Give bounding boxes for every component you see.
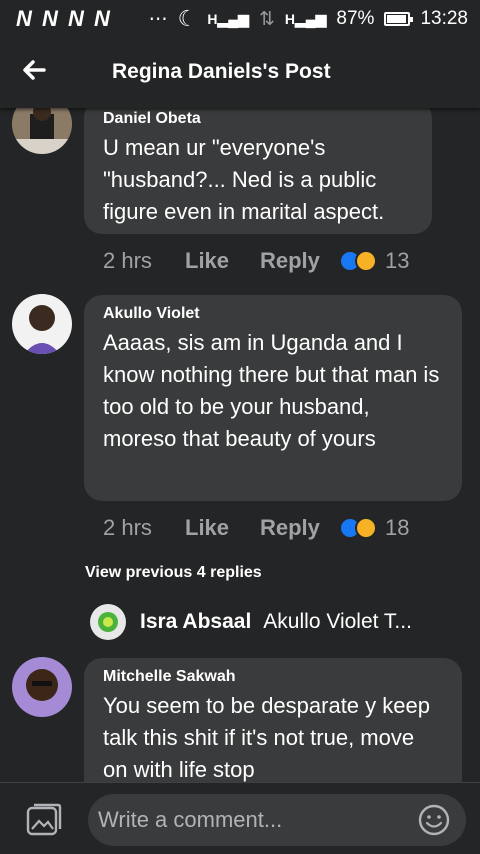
post-header: Regina Daniels's Post — [0, 36, 480, 108]
comment-actions: 2 hrs Like Reply 13 — [103, 248, 409, 274]
comment-author[interactable]: Daniel Obeta — [103, 110, 414, 128]
avatar[interactable] — [90, 604, 126, 640]
reply-preview[interactable]: Isra Absaal Akullo Violet T... — [90, 604, 412, 640]
avatar[interactable] — [12, 657, 72, 717]
page-title: Regina Daniels's Post — [112, 60, 331, 83]
comment-actions: 2 hrs Like Reply 18 — [103, 515, 409, 541]
comment-placeholder: Write a comment... — [98, 807, 283, 832]
like-button[interactable]: Like — [185, 248, 260, 274]
photo-icon-svg — [26, 803, 62, 836]
comment-bubble[interactable]: Daniel Obeta U mean ur "everyone's "husb… — [84, 108, 432, 234]
reactions[interactable]: 13 — [339, 248, 409, 274]
reaction-count: 13 — [385, 248, 410, 273]
reply-button[interactable]: Reply — [260, 515, 339, 541]
status-bar: N N N N ⋯ ☾ H▂▄▆ ⇅ H▂▄▆ 87% 13:28 — [0, 0, 480, 36]
battery-percent: 87% — [336, 8, 375, 29]
photo-icon[interactable] — [26, 803, 62, 837]
back-arrow-svg — [23, 60, 46, 80]
avatar-photo — [90, 604, 126, 640]
view-previous-replies-link[interactable]: View previous 4 replies — [85, 564, 262, 582]
like-button[interactable]: Like — [185, 515, 260, 541]
do-not-disturb-icon: ☾ — [177, 6, 198, 31]
signal-icon: H▂▄▆ — [207, 10, 249, 27]
haha-reaction-icon — [355, 250, 377, 272]
back-arrow-icon[interactable] — [20, 56, 52, 88]
reply-button[interactable]: Reply — [260, 248, 339, 274]
battery-icon — [384, 12, 414, 26]
comment-input[interactable]: Write a comment... — [88, 794, 466, 846]
reply-snippet: Akullo Violet T... — [263, 610, 412, 633]
comment-author[interactable]: Akullo Violet — [103, 305, 444, 323]
avatar-photo — [12, 294, 72, 354]
reactions[interactable]: 18 — [339, 515, 409, 541]
comment-time: 2 hrs — [103, 248, 152, 273]
comments-feed[interactable]: Daniel Obeta U mean ur "everyone's "husb… — [0, 108, 480, 782]
more-dots-icon: ⋯ — [148, 8, 168, 30]
reaction-count: 18 — [385, 515, 410, 540]
avatar[interactable] — [12, 108, 72, 154]
signal-icon-2: H▂▄▆ — [284, 10, 327, 27]
data-transfer-icon: ⇅ — [258, 8, 275, 30]
comment-bubble[interactable]: Akullo Violet Aaaas, sis am in Uganda an… — [84, 295, 462, 501]
comment-text: Aaaas, sis am in Uganda and I know nothi… — [103, 330, 440, 451]
comment-author[interactable]: Mitchelle Sakwah — [103, 668, 444, 686]
avatar[interactable] — [12, 294, 72, 354]
avatar-photo — [12, 108, 72, 154]
comment-bubble[interactable]: Mitchelle Sakwah You seem to be desparat… — [84, 658, 462, 782]
reply-author[interactable]: Isra Absaal — [140, 610, 251, 634]
comment-text: You seem to be desparate y keep talk thi… — [103, 693, 430, 782]
haha-reaction-icon — [355, 517, 377, 539]
comment-text: U mean ur "everyone's "husband?... Ned i… — [103, 135, 385, 224]
avatar-photo — [12, 657, 72, 717]
status-indicators: ⋯ ☾ H▂▄▆ ⇅ H▂▄▆ 87% 13:28 — [149, 6, 468, 32]
emoji-icon[interactable] — [418, 804, 450, 836]
emoji-icon-svg — [418, 804, 450, 836]
clock: 13:28 — [420, 8, 468, 29]
notification-icons: N N N N — [16, 6, 112, 31]
comment-composer: Write a comment... — [0, 782, 480, 854]
comment-time: 2 hrs — [103, 515, 152, 540]
